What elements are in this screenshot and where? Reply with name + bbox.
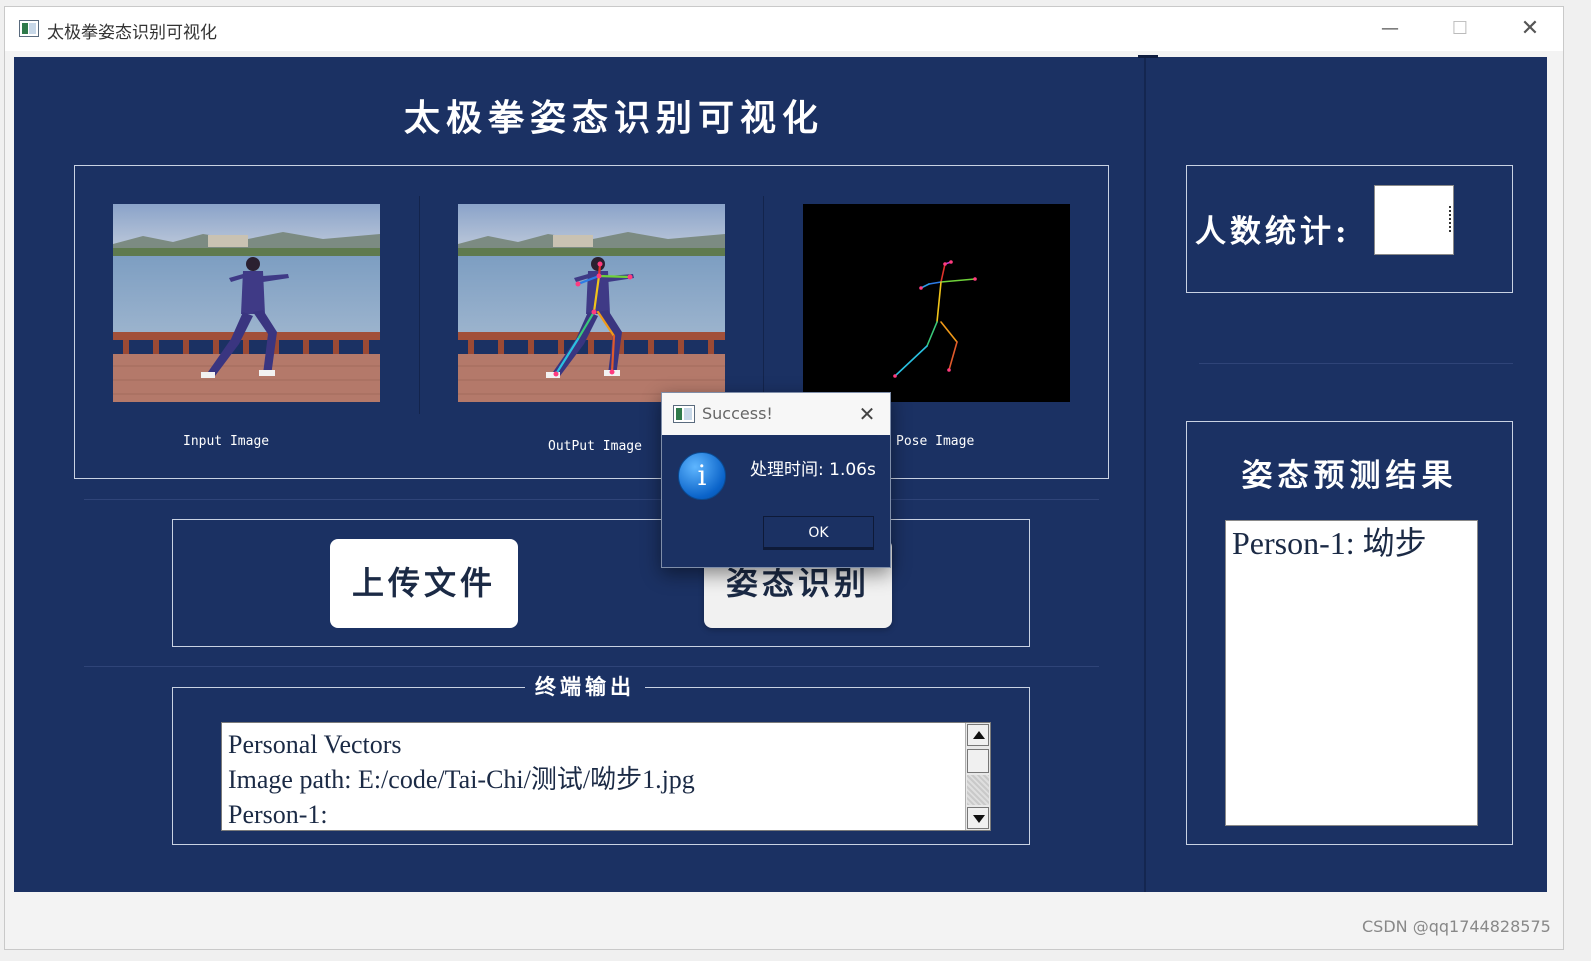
window-title: 太极拳姿态识别可视化 <box>47 23 217 43</box>
success-dialog: Success! ✕ i 处理时间: 1.06s OK <box>661 392 891 568</box>
pose-result-title: 姿态预测结果 <box>1241 458 1458 494</box>
terminal-line: Personal Vectors <box>228 730 402 759</box>
dialog-title-bar: Success! ✕ <box>662 393 890 435</box>
app-icon <box>673 405 695 423</box>
pose-image-caption: Pose Image <box>896 434 975 449</box>
person-count-panel: 人数统计: <box>1186 165 1513 293</box>
scroll-thumb[interactable] <box>967 749 989 773</box>
image-divider <box>763 196 764 414</box>
section-divider <box>84 499 1099 500</box>
terminal-output-title: 终端输出 <box>525 674 645 700</box>
input-image <box>113 204 380 402</box>
splitter-handle[interactable] <box>1138 55 1158 58</box>
pose-result-text[interactable]: Person-1: 坳步 <box>1225 520 1478 826</box>
watermark: CSDN @qq1744828575 <box>1362 917 1551 936</box>
pose-image <box>803 204 1070 402</box>
minimize-button[interactable]: — <box>1365 13 1415 45</box>
status-strip <box>14 893 1547 943</box>
action-panel: 上传文件 姿态识别 <box>172 519 1030 647</box>
image-divider <box>419 196 420 414</box>
person-count-field[interactable] <box>1374 185 1454 255</box>
pose-result-line: Person-1: 坳步 <box>1232 525 1427 561</box>
scroll-down-arrow-icon[interactable] <box>967 807 989 829</box>
terminal-output-group: 终端输出 Personal Vectors Image path: E:/cod… <box>172 674 1030 845</box>
scroll-track[interactable] <box>967 775 989 805</box>
section-divider <box>84 666 1099 667</box>
terminal-line: Person-1: <box>228 800 328 829</box>
input-image-caption: Input Image <box>183 434 270 449</box>
terminal-scrollbar[interactable] <box>965 723 990 830</box>
section-divider <box>1199 363 1513 364</box>
dialog-close-icon[interactable]: ✕ <box>850 399 884 429</box>
page-title: 太极拳姿态识别可视化 <box>403 97 824 139</box>
scroll-up-arrow-icon[interactable] <box>967 724 989 746</box>
maximize-button[interactable]: ☐ <box>1435 13 1485 45</box>
terminal-output-text[interactable]: Personal Vectors Image path: E:/code/Tai… <box>221 722 991 831</box>
app-icon <box>19 20 39 37</box>
output-image-caption: OutPut Image <box>548 439 642 454</box>
image-panel: Input Image OutPut Image Pose Image <box>74 165 1109 479</box>
info-icon: i <box>678 452 726 500</box>
ok-button[interactable]: OK <box>763 516 874 550</box>
text-cursor <box>1449 206 1451 232</box>
dialog-title: Success! <box>702 404 773 423</box>
close-button[interactable]: ✕ <box>1505 13 1555 45</box>
person-count-label: 人数统计: <box>1195 214 1351 250</box>
vertical-splitter[interactable] <box>1144 57 1146 892</box>
title-bar: 太极拳姿态识别可视化 — ☐ ✕ <box>5 7 1563 51</box>
terminal-line: Image path: E:/code/Tai-Chi/测试/呦步1.jpg <box>228 765 695 794</box>
pose-result-panel: 姿态预测结果 Person-1: 坳步 <box>1186 421 1513 845</box>
upload-file-button[interactable]: 上传文件 <box>330 539 518 628</box>
dialog-message: 处理时间: 1.06s <box>750 460 876 480</box>
output-image <box>458 204 725 402</box>
